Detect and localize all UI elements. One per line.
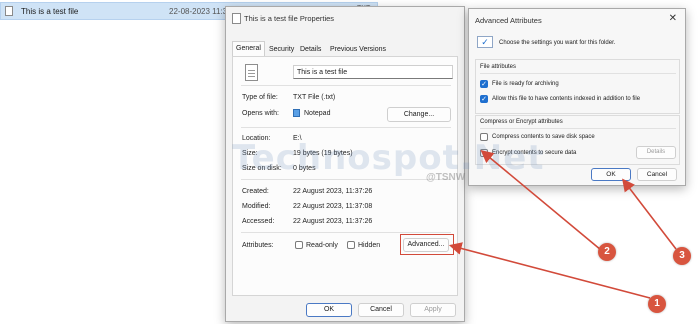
arrow-1: [448, 242, 651, 299]
marker-3: 3: [673, 247, 691, 265]
marker-1: 1: [648, 295, 666, 313]
arrow-3: [622, 178, 677, 250]
arrow-2: [480, 149, 602, 251]
annotation-arrows: [448, 149, 677, 299]
marker-2: 2: [598, 243, 616, 261]
